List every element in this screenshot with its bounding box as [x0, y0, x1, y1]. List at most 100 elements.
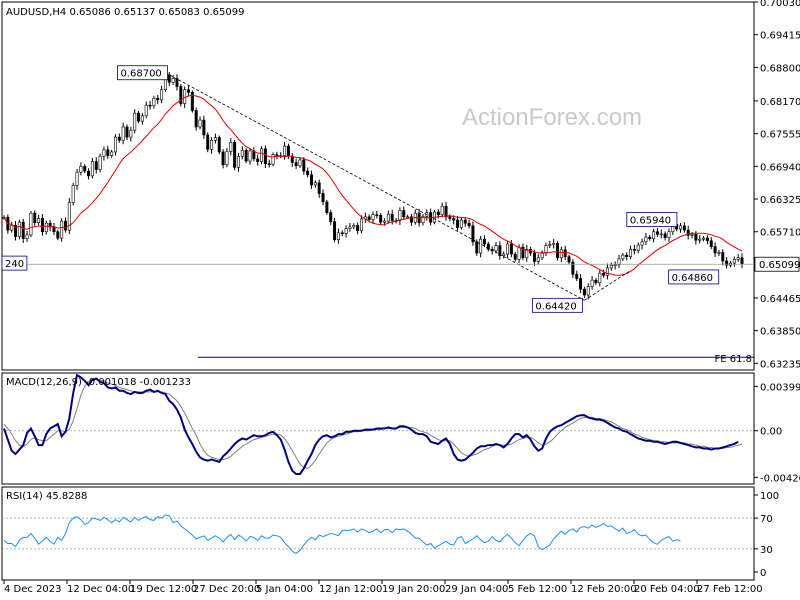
candle-body — [56, 231, 60, 239]
candle-body — [694, 234, 698, 241]
candle-body — [582, 288, 586, 296]
candle-body — [375, 214, 379, 217]
time-tick-label: 12 Feb 20:00 — [571, 584, 637, 595]
candle-body — [590, 279, 594, 287]
candle-body — [467, 222, 471, 227]
candle-body — [175, 78, 179, 87]
candle-body — [198, 119, 202, 128]
candle-body — [21, 221, 25, 239]
candle-body — [87, 170, 91, 177]
annotation-label: 0.68700 — [120, 69, 161, 80]
candle-body — [210, 139, 214, 150]
candle-body — [98, 155, 102, 170]
candle-body — [17, 221, 21, 237]
panel-frame-3 — [1, 486, 755, 581]
candle-body — [152, 97, 156, 106]
candle-body — [260, 148, 264, 162]
time-tick-label: 19 Jan 20:00 — [382, 584, 445, 595]
candle-body — [617, 258, 621, 266]
macd-title: MACD(12,26,9) -0.001018 -0.001233 — [6, 377, 191, 388]
price-tick-label: 0.70030 — [760, 0, 800, 9]
candle-body — [317, 182, 321, 194]
price-tick-label: 0.66940 — [760, 162, 800, 173]
candle-body — [655, 231, 659, 235]
time-tick-label: 20 Feb 04:00 — [634, 584, 700, 595]
time-tick-label: 5 Feb 12:00 — [508, 584, 567, 595]
watermark: ActionForex.com — [462, 104, 642, 131]
candle-body — [79, 166, 83, 173]
candle-body — [29, 212, 33, 236]
macd-panel: 0.00399 0.00 -0.004206 MACD(12,26,9) -0.00… — [2, 373, 800, 484]
candle-body — [444, 205, 448, 218]
candle-body — [325, 201, 329, 213]
rsi-axis: 100 70 30 0 — [754, 491, 779, 579]
time-tick-label: 27 Dec 20:00 — [193, 584, 260, 595]
candle-body — [513, 253, 517, 260]
annotation-label: 240 — [5, 259, 24, 270]
fibo-label: FE 61.8 — [714, 354, 752, 365]
candle-body — [379, 214, 383, 223]
candle-body — [167, 74, 171, 83]
candle-body — [40, 218, 44, 233]
candle-body — [625, 254, 629, 258]
time-tick-label: 29 Jan 04:00 — [445, 584, 508, 595]
candle-body — [187, 89, 191, 93]
candle-body — [194, 110, 198, 128]
candle-body — [10, 225, 14, 231]
candle-body — [471, 225, 475, 243]
candle-body — [359, 218, 363, 231]
time-tick-label: 4 Dec 2023 — [4, 584, 62, 595]
candle-body — [60, 220, 64, 239]
candle-body — [313, 182, 317, 186]
candle-body — [321, 193, 325, 203]
candle-body — [340, 232, 344, 235]
panel-frames — [1, 1, 755, 581]
candle-body — [248, 150, 252, 162]
candle-body — [536, 257, 540, 262]
candle-body — [117, 136, 121, 141]
candle-body — [579, 278, 583, 290]
time-tick-label: 27 Feb 12:00 — [697, 584, 763, 595]
candle-body — [740, 257, 744, 265]
candle-body — [329, 212, 333, 222]
rsi-line — [3, 514, 681, 555]
candle-body — [621, 254, 625, 260]
price-tick-label: 0.63235 — [760, 359, 800, 370]
candle-body — [344, 228, 348, 234]
candle-body — [283, 145, 287, 156]
candle-body — [386, 213, 390, 222]
candle-body — [598, 272, 602, 284]
candle-body — [371, 214, 375, 220]
candle-body — [221, 151, 225, 166]
candle-body — [121, 126, 125, 141]
last-price-box: 0.65099 — [754, 256, 800, 272]
candle-body — [44, 222, 48, 233]
candle-body — [663, 233, 667, 238]
candle-body — [648, 236, 652, 239]
candle-body — [494, 245, 498, 252]
candle-body — [217, 137, 221, 153]
candle-body — [398, 210, 402, 221]
candle-body — [482, 238, 486, 245]
candle-body — [75, 171, 79, 186]
candle-body — [333, 221, 337, 241]
candle-body — [717, 252, 721, 254]
price-tick-label: 0.64465 — [760, 294, 800, 305]
candle-body — [475, 241, 479, 254]
price-panel: FE 61.8 0.687000.659400.648600.64420240 … — [1, 0, 800, 370]
candle-body — [129, 129, 133, 138]
price-tick-label: 0.68800 — [760, 63, 800, 74]
candle-body — [52, 226, 56, 233]
candle-body — [356, 225, 360, 231]
candle-body — [509, 243, 513, 255]
candle-body — [605, 267, 609, 276]
candle-body — [667, 231, 671, 238]
price-tick-label: 0.66325 — [760, 195, 800, 206]
candle-body — [506, 243, 510, 255]
macd-tick-label: 0.00 — [760, 427, 782, 438]
candle-body — [64, 220, 68, 231]
price-tick-label: 0.67555 — [760, 130, 800, 141]
candle-body — [406, 216, 410, 219]
candle-body — [725, 260, 729, 266]
candle-body — [336, 232, 340, 241]
